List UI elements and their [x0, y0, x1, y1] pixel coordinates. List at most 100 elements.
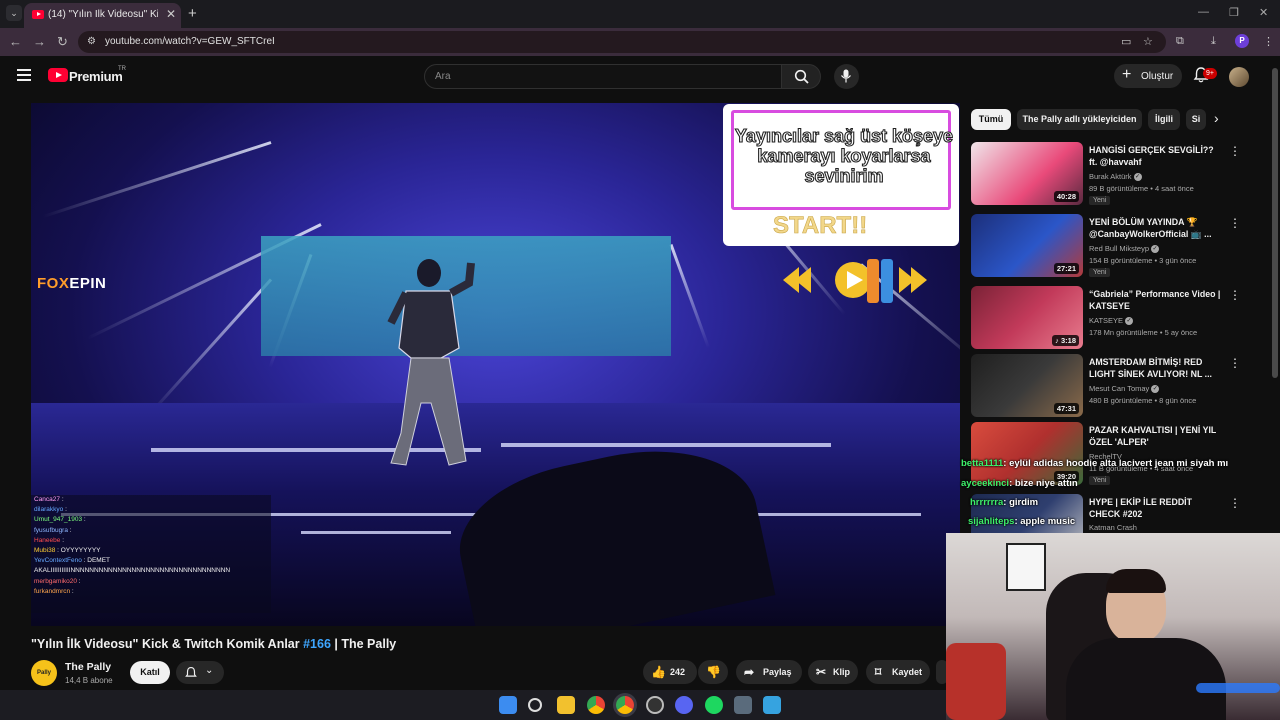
- sponsor-logo-suffix: EPIN: [69, 275, 107, 292]
- video-thumbnail[interactable]: 47:31: [971, 354, 1083, 417]
- dislike-button[interactable]: 👎: [698, 660, 728, 684]
- join-button[interactable]: Katıl: [130, 661, 170, 684]
- reload-icon[interactable]: ↻: [57, 34, 68, 50]
- save-button[interactable]: ⌑ Kaydet: [866, 660, 930, 684]
- video-thumbnail[interactable]: 27:21: [971, 214, 1083, 277]
- create-label: Oluştur: [1141, 71, 1174, 82]
- overlay-chat-line: ayceekinci: bize niye attın: [961, 478, 1078, 489]
- download-icon[interactable]: ⤓: [1211, 35, 1216, 48]
- recommendation-title[interactable]: AMSTERDAM BİTMİŞ! RED LIGHT SİNEK AVLIYO…: [1089, 356, 1223, 380]
- chat-user: YevContextFeno: [34, 557, 82, 565]
- chip-more[interactable]: Si: [1186, 109, 1206, 130]
- close-window-icon[interactable]: ✕: [1259, 6, 1268, 19]
- overlay-chat-message: : apple music: [1014, 516, 1076, 527]
- chrome-icon[interactable]: [587, 696, 605, 714]
- mic-icon: [841, 69, 851, 83]
- new-tab-icon[interactable]: +: [188, 5, 197, 22]
- back-icon[interactable]: ←: [9, 34, 22, 49]
- recommendation-title[interactable]: HYPE | EKİP İLE REDDİT CHECK #202: [1089, 496, 1223, 520]
- recommendation-title[interactable]: PAZAR KAHVALTISI | YENİ YIL ÖZEL 'ALPER': [1089, 424, 1223, 448]
- taskbar-search-icon[interactable]: [528, 698, 542, 712]
- create-button[interactable]: + Oluştur: [1114, 64, 1182, 88]
- more-options-icon[interactable]: ⋮: [1229, 496, 1241, 510]
- account-avatar[interactable]: [1229, 67, 1249, 87]
- extensions-icon[interactable]: ⧉: [1176, 35, 1184, 48]
- address-bar[interactable]: ⚙ youtube.com/watch?v=GEW_SFTCreI: [78, 31, 1166, 53]
- streamer-body: [1066, 638, 1226, 720]
- video-duration: 27:21: [1053, 263, 1079, 274]
- chrome-active-icon[interactable]: [616, 696, 634, 714]
- os-taskbar: [0, 690, 946, 720]
- youtube-favicon-icon: [32, 10, 44, 19]
- recommendation-title[interactable]: HANGİSİ GERÇEK SEVGİLİ?? ft. @havvahf: [1089, 144, 1223, 168]
- recommendation-channel[interactable]: KATSEYE ✓: [1089, 316, 1134, 326]
- chip-related[interactable]: İlgili: [1148, 109, 1180, 130]
- minimize-icon[interactable]: —: [1198, 6, 1209, 18]
- channel-name[interactable]: The Pally: [65, 661, 111, 673]
- restore-icon[interactable]: ❐: [1229, 6, 1239, 19]
- browser-tab[interactable]: (14) "Yılın İlk Videosu" Kick & Twitch K…: [24, 3, 181, 28]
- recommendation-item[interactable]: ♪ 3:18 “Gabriela” Performance Video | KA…: [971, 286, 1261, 352]
- recommendation-item[interactable]: 40:28 HANGİSİ GERÇEK SEVGİLİ?? ft. @havv…: [971, 142, 1261, 208]
- search-input[interactable]: Ara: [424, 64, 782, 89]
- recommendation-item[interactable]: 27:21 YENİ BÖLÜM YAYINDA 🏆 @CanbayWolker…: [971, 214, 1261, 280]
- recommendation-title[interactable]: “Gabriela” Performance Video | KATSEYE: [1089, 288, 1223, 312]
- overlay-chat-user: betta1111: [961, 458, 1004, 469]
- discord-icon[interactable]: [675, 696, 693, 714]
- recommendation-channel[interactable]: Katman Crash: [1089, 523, 1137, 532]
- recommendation-item[interactable]: 47:31 AMSTERDAM BİTMİŞ! RED LIGHT SİNEK …: [971, 354, 1261, 420]
- notepad-icon[interactable]: [763, 696, 781, 714]
- search-button[interactable]: [781, 64, 821, 89]
- scrollbar-thumb[interactable]: [1272, 68, 1278, 378]
- subscription-bell-button[interactable]: ⌄: [176, 661, 224, 684]
- stage-light-strip: [501, 443, 831, 447]
- browser-menu-icon[interactable]: ⋮: [1263, 35, 1274, 48]
- share-button[interactable]: ➦ Paylaş: [736, 660, 802, 684]
- tab-search-icon[interactable]: ⌄: [6, 5, 22, 21]
- video-thumbnail[interactable]: ♪ 3:18: [971, 286, 1083, 349]
- performer-figure: [387, 259, 475, 466]
- chip-from-uploader[interactable]: The Pally adlı yükleyiciden: [1017, 109, 1142, 130]
- recommendation-meta: 480 B görüntüleme • 8 gün önce: [1089, 396, 1197, 405]
- new-badge: Yeni: [1089, 476, 1111, 485]
- site-info-icon[interactable]: ⚙: [87, 36, 96, 47]
- chat-user: merbgamiko20: [34, 577, 77, 585]
- clip-button[interactable]: ✂ Klip: [808, 660, 858, 684]
- start-menu-icon[interactable]: [499, 696, 517, 714]
- youtube-logo-icon[interactable]: [48, 68, 68, 82]
- video-thumbnail[interactable]: 39:20: [971, 422, 1083, 485]
- forward-icon[interactable]: →: [33, 34, 46, 49]
- like-count: 242: [670, 667, 686, 677]
- stage-light-strip: [301, 531, 451, 534]
- calculator-icon[interactable]: [734, 696, 752, 714]
- video-thumbnail[interactable]: 40:28: [971, 142, 1083, 205]
- more-options-icon[interactable]: ⋮: [1229, 288, 1241, 302]
- recommendation-channel[interactable]: Red Bull Miksteyp ✓: [1089, 244, 1160, 254]
- chat-user: Canca27: [34, 496, 61, 503]
- chip-all[interactable]: Tümü: [971, 109, 1011, 130]
- cast-icon[interactable]: ▭: [1121, 35, 1131, 48]
- bookmark-star-icon[interactable]: ☆: [1143, 35, 1153, 48]
- channel-avatar[interactable]: Pally: [31, 660, 57, 686]
- recommendation-channel[interactable]: Mesut Can Tomay ✓: [1089, 384, 1160, 394]
- video-player[interactable]: FOXEPIN Yayıncılar sağ üst köşeye kamera…: [31, 103, 960, 626]
- more-options-icon[interactable]: ⋮: [1229, 216, 1241, 230]
- menu-icon[interactable]: [17, 69, 31, 81]
- like-button[interactable]: 👍 242: [643, 660, 697, 684]
- recommendation-title[interactable]: YENİ BÖLÜM YAYINDA 🏆 @CanbayWolkerOffici…: [1089, 216, 1223, 240]
- chat-line: dilarakkyo :: [34, 506, 67, 514]
- channel-name-text: Burak Aktürk: [1089, 172, 1132, 181]
- app-icon[interactable]: [646, 696, 664, 714]
- close-tab-icon[interactable]: ✕: [166, 7, 176, 21]
- recommendation-channel[interactable]: Burak Aktürk ✓: [1089, 172, 1142, 182]
- chat-line: Mubi38 : OYYYYYYYY: [34, 547, 101, 555]
- logo-text: Premium: [69, 69, 123, 84]
- chevron-right-icon[interactable]: ›: [1214, 110, 1219, 126]
- profile-avatar[interactable]: P: [1235, 34, 1249, 48]
- more-options-icon[interactable]: ⋮: [1229, 356, 1241, 370]
- voice-search-button[interactable]: [834, 64, 859, 89]
- more-options-icon[interactable]: ⋮: [1229, 144, 1241, 158]
- video-hashtag-link[interactable]: #166: [303, 637, 331, 651]
- spotify-icon[interactable]: [705, 696, 723, 714]
- file-explorer-icon[interactable]: [557, 696, 575, 714]
